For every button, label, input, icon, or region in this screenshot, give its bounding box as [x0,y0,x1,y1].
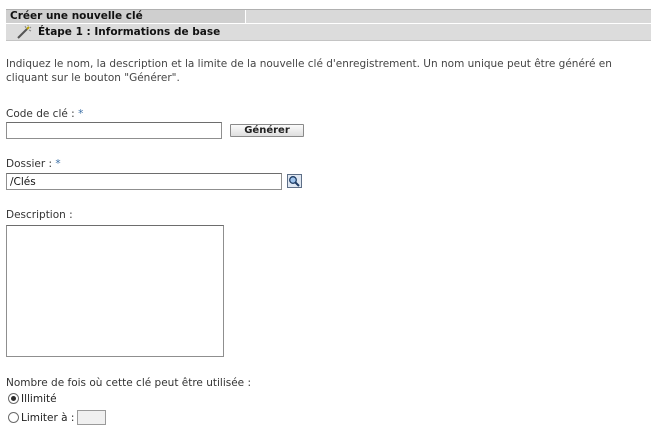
option-unlimited[interactable]: Illimité [8,393,57,406]
folder-label: Dossier : * [6,158,61,170]
dialog-title: Créer une nouvelle clé d'enregistrement [6,10,246,35]
key-code-label: Code de clé : * [6,108,83,120]
radio-limit[interactable] [8,412,19,423]
description-textarea[interactable] [6,225,224,357]
option-limit-label: Limiter à : [21,412,75,424]
key-code-label-text: Code de clé : [6,108,75,120]
step-title: Étape 1 : Informations de base [38,26,221,38]
option-limit[interactable]: Limiter à : [8,410,107,425]
description-label: Description : [6,209,73,221]
option-unlimited-label: Illimité [21,393,57,405]
radio-unlimited[interactable] [8,393,19,404]
dialog-title-bar: Créer une nouvelle clé d'enregistrement [6,9,651,35]
magnifier-icon[interactable] [287,174,302,188]
folder-input[interactable]: /Clés [6,173,282,190]
intro-text: Indiquez le nom, la description et la li… [6,58,612,84]
required-mark: * [78,108,84,120]
limit-input[interactable] [77,410,107,425]
usage-label: Nombre de fois où cette clé peut être ut… [6,377,252,389]
wand-icon [16,25,32,39]
folder-label-text: Dossier : [6,158,53,170]
required-mark: * [55,158,61,170]
step-header: Étape 1 : Informations de base [6,24,651,41]
generate-button[interactable]: Générer [230,124,304,137]
key-code-input[interactable] [6,122,222,139]
